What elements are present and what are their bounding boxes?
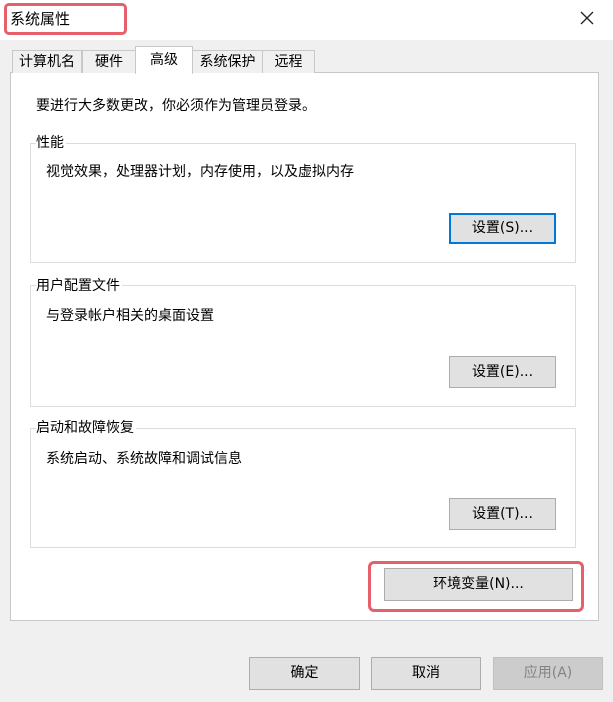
startup-recovery-group-title: 启动和故障恢复	[36, 419, 136, 437]
tab-hardware[interactable]: 硬件	[82, 50, 136, 73]
apply-button[interactable]: 应用(A)	[493, 657, 603, 690]
user-profiles-description: 与登录帐户相关的桌面设置	[46, 308, 214, 324]
tab-system-protection[interactable]: 系统保护	[192, 50, 263, 73]
ok-button[interactable]: 确定	[249, 657, 360, 690]
performance-group-title: 性能	[36, 134, 66, 152]
tab-computer-name[interactable]: 计算机名	[12, 50, 82, 73]
performance-group	[30, 143, 576, 263]
startup-recovery-description: 系统启动、系统故障和调试信息	[46, 451, 242, 467]
tab-advanced[interactable]: 高级	[135, 46, 193, 74]
user-profiles-group-title: 用户配置文件	[36, 277, 122, 295]
startup-recovery-settings-button[interactable]: 设置(T)...	[449, 498, 556, 530]
title-highlight-box	[4, 3, 127, 35]
user-profiles-group	[30, 285, 576, 407]
performance-settings-button[interactable]: 设置(S)...	[449, 213, 556, 244]
performance-description: 视觉效果，处理器计划，内存使用，以及虚拟内存	[46, 164, 354, 180]
env-highlight-box	[368, 561, 584, 612]
startup-recovery-group	[30, 428, 576, 548]
tab-remote[interactable]: 远程	[262, 50, 315, 73]
admin-notice: 要进行大多数更改，你必须作为管理员登录。	[36, 98, 316, 114]
close-icon[interactable]	[575, 6, 599, 30]
user-profiles-settings-button[interactable]: 设置(E)...	[449, 356, 556, 388]
cancel-button[interactable]: 取消	[371, 657, 481, 690]
